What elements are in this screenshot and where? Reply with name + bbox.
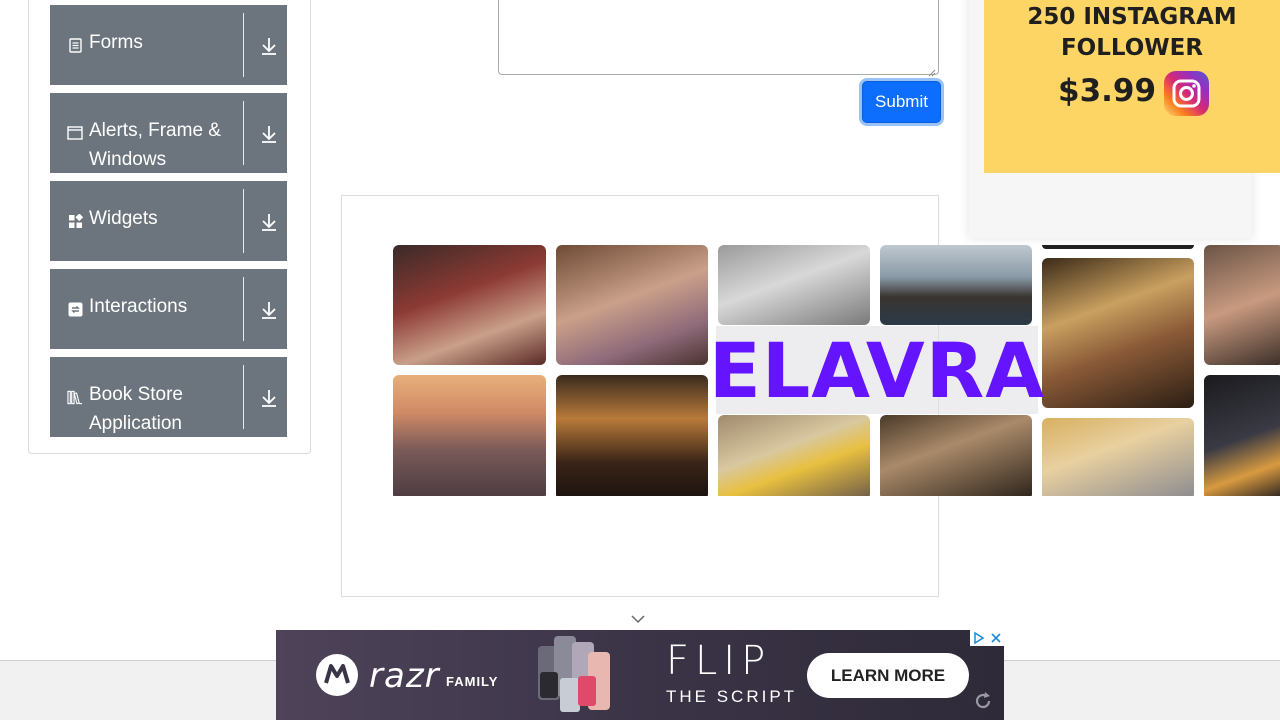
ad-image-tile (718, 245, 870, 325)
sidebar-group-book-store[interactable]: Book Store Application (50, 357, 287, 437)
download-icon[interactable] (259, 299, 279, 321)
ad-image-tile (556, 245, 708, 365)
chevron-down-icon[interactable] (630, 612, 646, 624)
resize-handle-icon[interactable] (928, 64, 936, 77)
sidebar-group-label: Forms (89, 32, 143, 53)
ad-image-tile (1042, 418, 1194, 496)
ad-image-tile (880, 415, 1032, 496)
razr-ad-banner[interactable]: razr FAMILY FLIP THE SCRIPT LEARN MORE (276, 630, 1004, 720)
adchoices-icon[interactable] (970, 630, 988, 646)
sidebar-group-widgets[interactable]: Widgets (50, 181, 287, 261)
sidebar-group-label: Interactions (89, 296, 188, 317)
sidebar-group-interactions[interactable]: Interactions (50, 269, 287, 349)
sidebar-group-label: Widgets (89, 208, 158, 229)
interactions-icon (67, 301, 83, 317)
close-icon[interactable] (988, 630, 1004, 646)
instagram-ad-title: 250 INSTAGRAM FOLLOWER (1027, 4, 1237, 61)
ad-image-tile (1042, 245, 1194, 249)
textarea-field[interactable] (498, 0, 939, 77)
razr-brand: razr (369, 656, 440, 696)
phones-image (534, 632, 634, 720)
ad-image-tile (393, 245, 546, 365)
ad-image-tile (1204, 375, 1280, 496)
divider (243, 277, 244, 341)
divider (243, 101, 244, 165)
ad-image-tile (1042, 258, 1194, 408)
ad-brand-logo[interactable]: ELAVRA (709, 326, 1044, 415)
submit-button[interactable]: Submit (862, 81, 941, 123)
ad-image-tile (556, 375, 708, 496)
instagram-icon (1164, 71, 1209, 116)
instagram-ad-price: $3.99 (1058, 73, 1157, 109)
download-icon[interactable] (259, 35, 279, 57)
form-icon (67, 37, 83, 53)
ad-image-tile (1204, 245, 1280, 365)
sidebar-group-forms[interactable]: Forms (50, 5, 287, 85)
replay-icon[interactable] (972, 690, 994, 712)
ad-image-tile (880, 245, 1032, 325)
divider (243, 13, 244, 77)
sidebar-group-label: Alerts, Frame & Windows (89, 120, 221, 170)
learn-more-button[interactable]: LEARN MORE (807, 653, 969, 698)
divider (243, 365, 244, 429)
window-icon (67, 125, 83, 141)
download-icon[interactable] (259, 387, 279, 409)
divider (243, 189, 244, 253)
ad-image-tile (393, 375, 546, 496)
ad-subline: THE SCRIPT (666, 687, 798, 706)
books-icon (67, 389, 83, 405)
sidebar-group-alerts[interactable]: Alerts, Frame & Windows (50, 93, 287, 173)
ad-headline: FLIP (666, 638, 772, 684)
razr-brand-suffix: FAMILY (446, 674, 499, 689)
widgets-icon (67, 213, 83, 229)
download-icon[interactable] (259, 123, 279, 145)
motorola-logo-icon (316, 654, 358, 696)
sidebar-group-label: Book Store Application (89, 384, 183, 434)
ad-image-tile (718, 415, 870, 496)
download-icon[interactable] (259, 211, 279, 233)
